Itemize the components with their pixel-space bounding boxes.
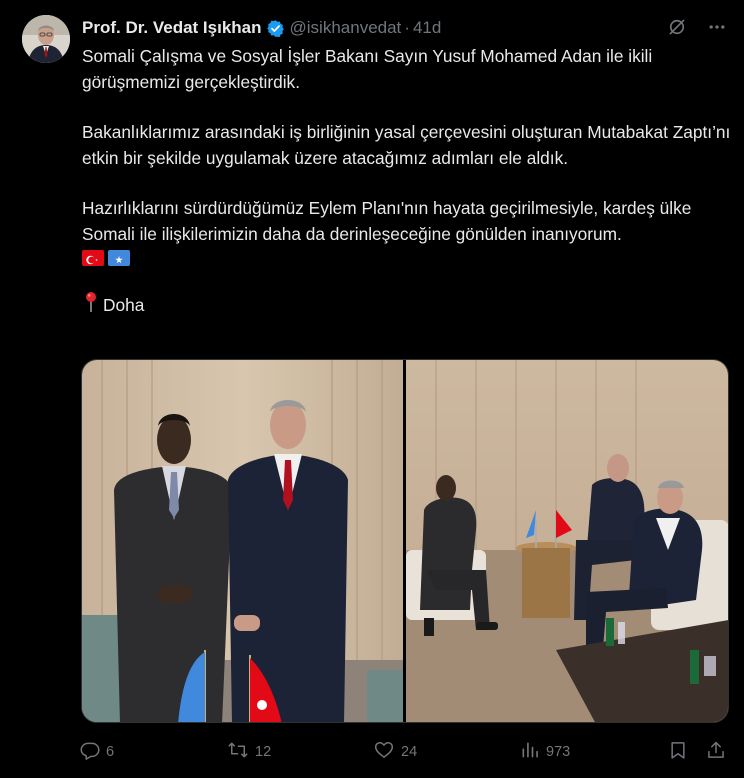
share-button[interactable] (706, 740, 726, 764)
turkey-flag (82, 250, 104, 266)
photo-seated-meeting[interactable] (406, 360, 728, 722)
flag-emojis (82, 247, 732, 269)
tweet-media (81, 359, 729, 723)
retweet-count: 12 (255, 744, 272, 760)
tweet-header: Prof. Dr. Vedat Işıkhan @isikhanvedat · … (82, 16, 441, 40)
retweet-button[interactable]: 12 (227, 740, 271, 764)
tweet-paragraph-1: Somali Çalışma ve Sosyal İşler Bakanı Sa… (82, 46, 653, 92)
location-text: Doha (103, 295, 145, 315)
verified-badge-icon[interactable] (266, 19, 285, 38)
separator-dot: · (404, 18, 410, 37)
somalia-flag (108, 250, 130, 266)
author-handle[interactable]: @isikhanvedat (290, 18, 402, 38)
views-button[interactable]: 973 (520, 740, 570, 764)
grok-icon[interactable] (664, 14, 690, 40)
author-name[interactable]: Prof. Dr. Vedat Işıkhan (82, 18, 262, 38)
photo-standing-ministers[interactable] (82, 360, 403, 722)
reply-count: 6 (106, 744, 115, 760)
author-avatar[interactable] (22, 15, 70, 63)
heart-icon (373, 740, 395, 764)
tweet-text: Somali Çalışma ve Sosyal İşler Bakanı Sa… (82, 44, 732, 321)
round-pushpin-icon (82, 291, 100, 321)
reply-icon (80, 740, 100, 764)
bookmark-icon (668, 740, 688, 764)
retweet-icon (227, 740, 249, 764)
tweet-paragraph-3: Hazırlıklarını sürdürdüğümüz Eylem Planı… (82, 198, 692, 244)
tweet-paragraph-2: Bakanlıklarımız arasındaki iş birliğinin… (82, 122, 731, 168)
share-icon (706, 740, 726, 764)
tweet-actions: 6 12 24 973 (80, 737, 730, 767)
tweet-timestamp[interactable]: 41d (413, 18, 441, 38)
views-icon (520, 740, 540, 764)
tweet-top-actions (664, 14, 730, 40)
like-button[interactable]: 24 (373, 740, 417, 764)
more-icon[interactable] (704, 14, 730, 40)
views-count: 973 (546, 744, 571, 760)
bookmark-button[interactable] (668, 740, 688, 764)
location-line: Doha (82, 291, 732, 321)
reply-button[interactable]: 6 (80, 740, 114, 764)
like-count: 24 (401, 744, 418, 760)
